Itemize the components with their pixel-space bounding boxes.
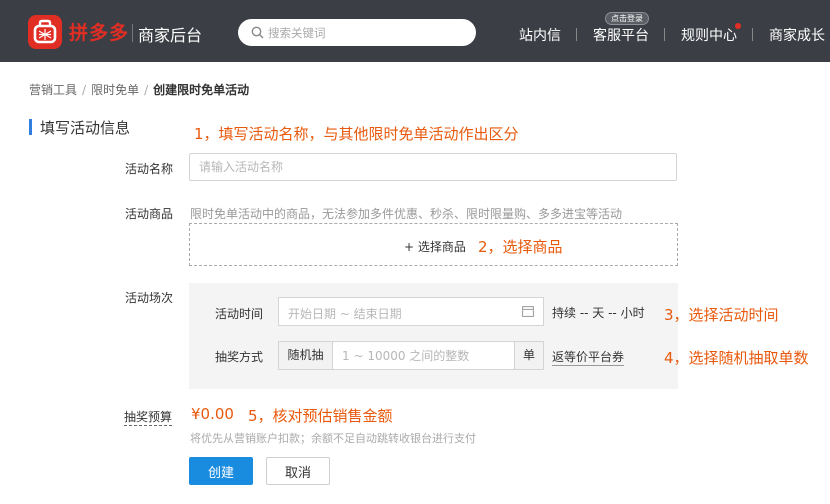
duration-text: 持续 -- 天 -- 小时 xyxy=(552,306,645,320)
breadcrumb-current: 创建限时免单活动 xyxy=(153,83,250,97)
nav-divider xyxy=(752,28,753,41)
section-title: 填写活动信息 xyxy=(40,119,131,137)
budget-payment-note: 将优先从营销账户扣款；余额不足自动跳转收银台进行支付 xyxy=(190,432,476,445)
activity-name-label: 活动名称 xyxy=(124,162,173,176)
lottery-suffix: 单 xyxy=(514,341,544,370)
equivalent-coupon-link[interactable]: 返等价平台券 xyxy=(552,348,625,366)
nav-divider xyxy=(664,28,665,41)
lottery-count-input[interactable] xyxy=(332,341,515,370)
activity-name-input[interactable] xyxy=(189,153,677,181)
lottery-budget-value: ¥0.00 xyxy=(191,405,234,423)
breadcrumb-separator: / xyxy=(82,83,87,97)
select-product-button[interactable]: + 选择商品 xyxy=(404,238,466,255)
annotation-step-3: 3，选择活动时间 xyxy=(664,306,779,324)
search-input[interactable] xyxy=(268,22,464,43)
date-range-picker[interactable]: 开始日期 ~ 结束日期 xyxy=(278,297,544,326)
breadcrumb-marketing-tools[interactable]: 营销工具 xyxy=(29,83,77,97)
nav-rules-center[interactable]: 规则中心 xyxy=(681,25,737,45)
activity-session-label: 活动场次 xyxy=(124,291,173,305)
nav-merchant-growth[interactable]: 商家成长 xyxy=(769,25,825,45)
date-range-placeholder: 开始日期 ~ 结束日期 xyxy=(288,307,402,321)
create-button[interactable]: 创建 xyxy=(189,457,253,485)
nav-service-platform[interactable]: 客服平台 xyxy=(593,25,649,45)
breadcrumb-separator: / xyxy=(144,83,149,97)
cancel-button[interactable]: 取消 xyxy=(266,457,330,485)
breadcrumb-free-order[interactable]: 限时免单 xyxy=(91,83,139,97)
activity-time-label: 活动时间 xyxy=(214,307,263,321)
logo-subtitle: 商家后台 xyxy=(138,26,203,45)
annotation-step-1: 1，填写活动名称，与其他限时免单活动作出区分 xyxy=(194,125,519,143)
calendar-icon xyxy=(522,306,534,317)
pinduoduo-logo-icon[interactable] xyxy=(28,15,62,49)
lottery-prefix: 随机抽 xyxy=(278,341,333,370)
annotation-step-2: 2，选择商品 xyxy=(478,238,563,256)
nav-divider xyxy=(576,28,577,41)
login-badge[interactable]: 点击登录 xyxy=(605,12,649,25)
breadcrumb: 营销工具 / 限时免单 / 创建限时免单活动 xyxy=(29,81,249,98)
annotation-step-5: 5，核对预估销售金额 xyxy=(248,407,393,425)
activity-product-hint: 限时免单活动中的商品，无法参加多件优惠、秒杀、限时限量购、多多进宝等活动 xyxy=(190,207,623,221)
logo-divider xyxy=(132,24,133,42)
nav-messages[interactable]: 站内信 xyxy=(519,25,561,45)
lottery-method-label: 抽奖方式 xyxy=(214,350,263,364)
logo-text: 拼多多 xyxy=(69,22,130,44)
top-header: 拼多多 商家后台 站内信 点击登录 客服平台 规则中心 商家成长 xyxy=(0,0,830,62)
search-icon xyxy=(251,26,264,39)
notification-dot xyxy=(735,23,741,29)
search-bar[interactable] xyxy=(238,19,476,46)
section-accent-bar xyxy=(29,119,32,135)
select-product-box[interactable]: + 选择商品 xyxy=(189,223,678,266)
lottery-budget-label[interactable]: 抽奖预算 xyxy=(124,408,173,426)
activity-product-label: 活动商品 xyxy=(124,207,173,221)
annotation-step-4: 4，选择随机抽取单数 xyxy=(664,349,809,367)
